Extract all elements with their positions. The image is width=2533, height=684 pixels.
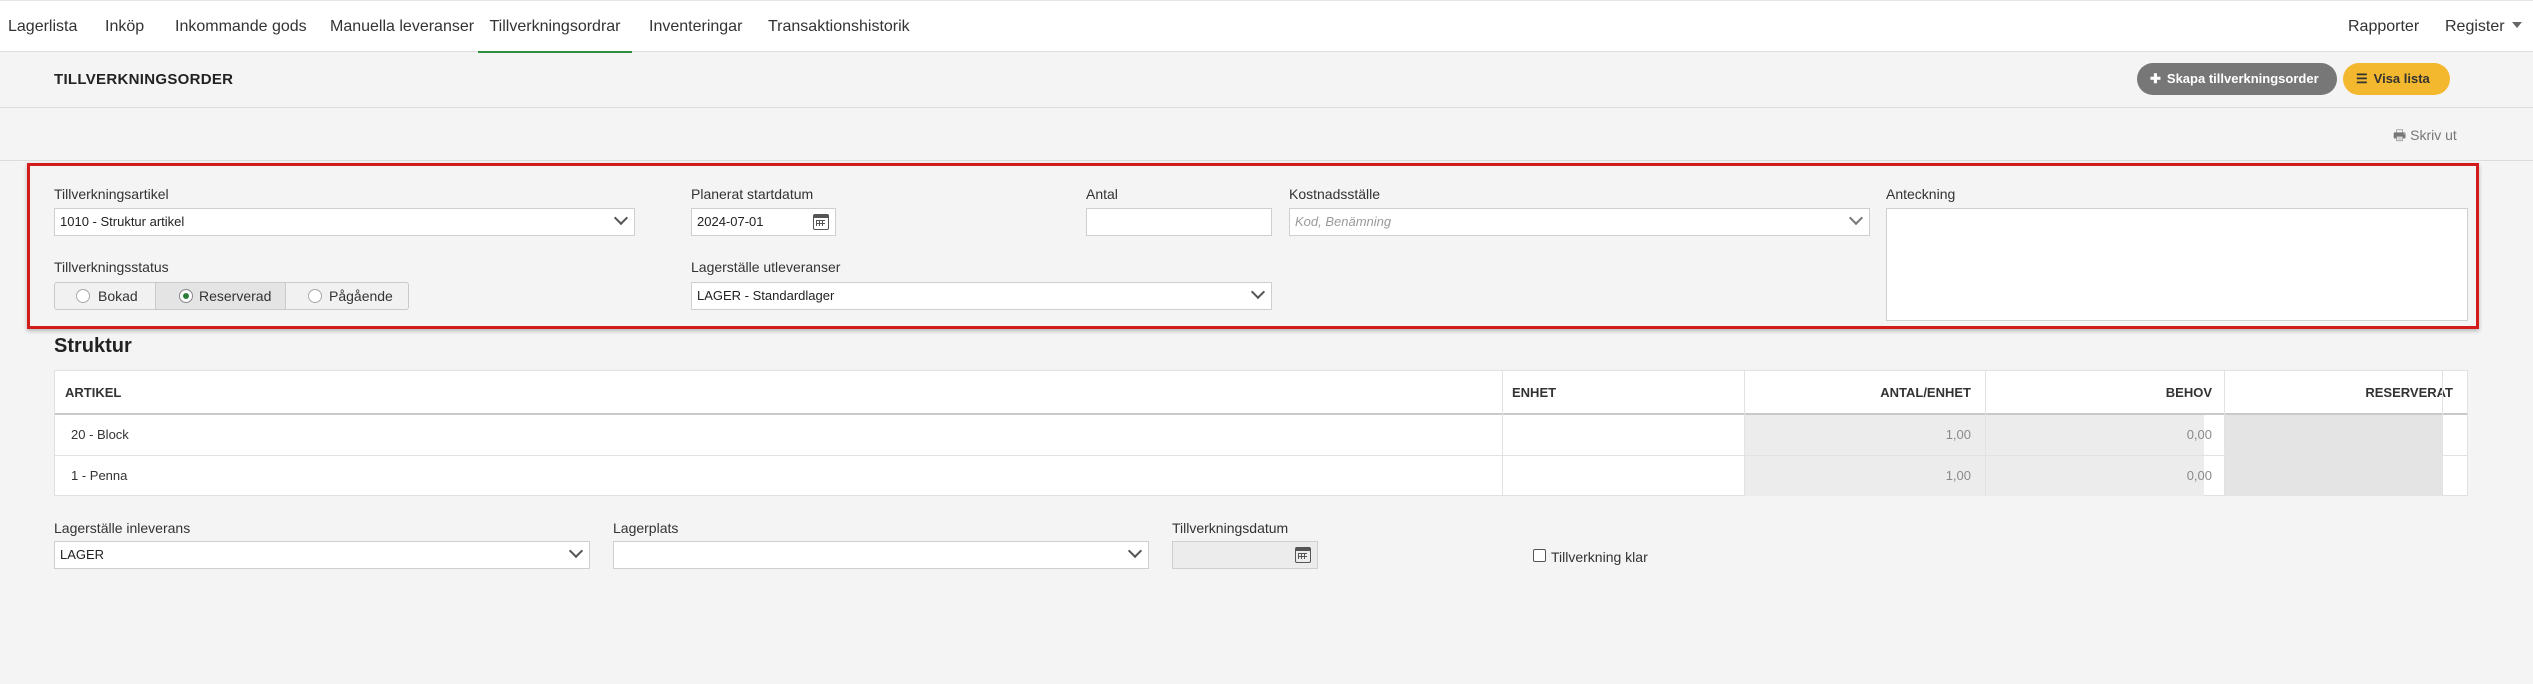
quantity-label: Antal (1086, 186, 1118, 202)
row-reserved (2226, 415, 2433, 455)
production-done-checkbox[interactable] (1533, 549, 1546, 562)
article-value: 1010 - Struktur artikel (60, 214, 185, 229)
inbound-location-select[interactable]: LAGER (54, 541, 590, 569)
article-select[interactable]: 1010 - Struktur artikel (54, 208, 635, 236)
chevron-down-icon (1250, 284, 1266, 300)
show-list-button[interactable]: ☰ Visa lista (2343, 63, 2450, 95)
storage-place-select[interactable] (613, 541, 1149, 569)
column-divider (2442, 371, 2443, 496)
row-article: 20 - Block (71, 427, 129, 442)
chevron-down-icon (613, 210, 629, 226)
status-label: Tillverkningsstatus (54, 259, 169, 275)
radio-icon (76, 289, 90, 303)
production-done-label: Tillverkning klar (1551, 549, 1648, 565)
calendar-icon[interactable] (813, 214, 829, 230)
note-label: Anteckning (1886, 186, 1956, 202)
create-manufacturing-order-button[interactable]: ✚ Skapa tillverkningsorder (2137, 63, 2337, 95)
print-label: Skriv ut (2410, 127, 2457, 143)
chevron-down-icon (2511, 22, 2522, 28)
print-divider (0, 160, 2533, 161)
start-date-value: 2024-07-01 (697, 214, 764, 229)
structure-table: ARTIKEL ENHET ANTAL/ENHET BEHOV RESERVER… (54, 370, 2468, 496)
start-date-label: Planerat startdatum (691, 186, 814, 202)
column-header-unit: ENHET (1512, 385, 1557, 400)
nav-item-tillverkningsordrar[interactable]: Tillverkningsordrar (478, 1, 632, 53)
register-label: Register (2445, 18, 2505, 35)
nav-item-rapporter[interactable]: Rapporter (2348, 1, 2419, 53)
cost-center-placeholder: Kod, Benämning (1295, 214, 1392, 229)
status-option-pagaende[interactable]: Pågående (286, 283, 408, 309)
row-qty-per-unit: 1,00 (1945, 427, 1971, 442)
row-need: 0,00 (2186, 468, 2212, 483)
status-option-label: Pågående (329, 288, 393, 304)
row-article: 1 - Penna (71, 468, 128, 483)
print-link[interactable]: 🖶 Skriv ut (2393, 125, 2457, 149)
row-reserved (2226, 456, 2433, 496)
chevron-down-icon (1848, 210, 1864, 226)
column-header-reserved: RESERVERAT (2365, 385, 2453, 400)
quantity-input[interactable] (1086, 208, 1272, 236)
chevron-down-icon (568, 543, 584, 559)
page-title: TILLVERKNINGSORDER (54, 71, 234, 88)
top-navigation: Lagerlista Inköp Inkommande gods Manuell… (0, 0, 2533, 53)
cost-center-label: Kostnadsställe (1289, 186, 1381, 202)
column-header-need: BEHOV (2165, 385, 2212, 400)
outbound-location-value: LAGER - Standardlager (697, 288, 835, 303)
plus-icon: ✚ (2150, 71, 2161, 86)
column-divider (2224, 371, 2225, 496)
status-option-reserverad[interactable]: Reserverad (156, 283, 286, 309)
radio-selected-icon (179, 289, 193, 303)
row-qty-per-unit: 1,00 (1945, 468, 1971, 483)
nav-item-register[interactable]: Register (2445, 1, 2522, 53)
row-need: 0,00 (2186, 427, 2212, 442)
list-icon: ☰ (2356, 71, 2368, 86)
radio-icon (308, 289, 322, 303)
storage-place-label: Lagerplats (613, 520, 679, 536)
nav-item-lagerlista[interactable]: Lagerlista (8, 1, 77, 53)
cost-center-select[interactable]: Kod, Benämning (1289, 208, 1870, 236)
status-radio-group: Bokad Reserverad Pågående (54, 282, 409, 310)
nav-item-manuella-leveranser[interactable]: Manuella leveranser (330, 1, 474, 53)
outbound-location-label: Lagerställe utleveranser (691, 259, 841, 275)
nav-item-inventeringar[interactable]: Inventeringar (649, 1, 742, 53)
list-button-label: Visa lista (2373, 71, 2430, 86)
column-header-article: ARTIKEL (65, 385, 122, 400)
status-option-label: Reserverad (199, 288, 272, 304)
inbound-location-value: LAGER (60, 547, 105, 562)
column-header-qty-per-unit: ANTAL/ENHET (1880, 385, 1971, 400)
nav-item-transaktionshistorik[interactable]: Transaktionshistorik (768, 1, 910, 53)
note-textarea[interactable] (1886, 208, 2468, 321)
structure-title: Struktur (54, 335, 132, 357)
status-option-label: Bokad (98, 288, 138, 304)
status-option-bokad[interactable]: Bokad (55, 283, 156, 309)
nav-item-inkommande-gods[interactable]: Inkommande gods (175, 1, 307, 53)
header-divider (0, 107, 2533, 108)
column-divider (1502, 371, 1503, 496)
calendar-icon[interactable] (1295, 547, 1311, 563)
create-button-label: Skapa tillverkningsorder (2166, 71, 2319, 86)
nav-item-inkop[interactable]: Inköp (105, 1, 144, 53)
chevron-down-icon (1127, 543, 1143, 559)
production-date-label: Tillverkningsdatum (1172, 520, 1289, 536)
inbound-location-label: Lagerställe inleverans (54, 520, 191, 536)
outbound-location-select[interactable]: LAGER - Standardlager (691, 282, 1272, 310)
printer-icon: 🖶 (2393, 127, 2407, 143)
article-label: Tillverkningsartikel (54, 186, 169, 202)
